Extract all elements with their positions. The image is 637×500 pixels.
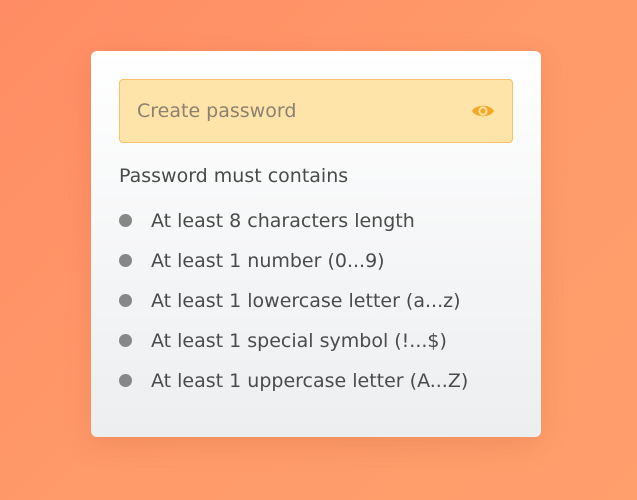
bullet-icon [119, 334, 132, 347]
password-field[interactable] [119, 79, 513, 143]
requirement-label: At least 1 uppercase letter (A...Z) [151, 370, 469, 392]
password-card: Password must contains At least 8 charac… [91, 51, 541, 437]
requirements-list: At least 8 characters length At least 1 … [119, 207, 468, 407]
password-input[interactable] [120, 80, 460, 142]
bullet-icon [119, 374, 132, 387]
bullet-icon [119, 294, 132, 307]
requirement-label: At least 8 characters length [151, 210, 415, 232]
requirement-label: At least 1 number (0...9) [151, 250, 385, 272]
requirement-uppercase: At least 1 uppercase letter (A...Z) [119, 367, 468, 407]
bullet-icon [119, 214, 132, 227]
requirement-symbol: At least 1 special symbol (!...$) [119, 327, 468, 367]
requirement-length: At least 8 characters length [119, 207, 468, 247]
requirements-heading: Password must contains [119, 165, 349, 187]
requirement-label: At least 1 lowercase letter (a...z) [151, 290, 461, 312]
eye-icon[interactable] [471, 101, 495, 121]
requirement-number: At least 1 number (0...9) [119, 247, 468, 287]
requirement-label: At least 1 special symbol (!...$) [151, 330, 447, 352]
bullet-icon [119, 254, 132, 267]
requirement-lowercase: At least 1 lowercase letter (a...z) [119, 287, 468, 327]
